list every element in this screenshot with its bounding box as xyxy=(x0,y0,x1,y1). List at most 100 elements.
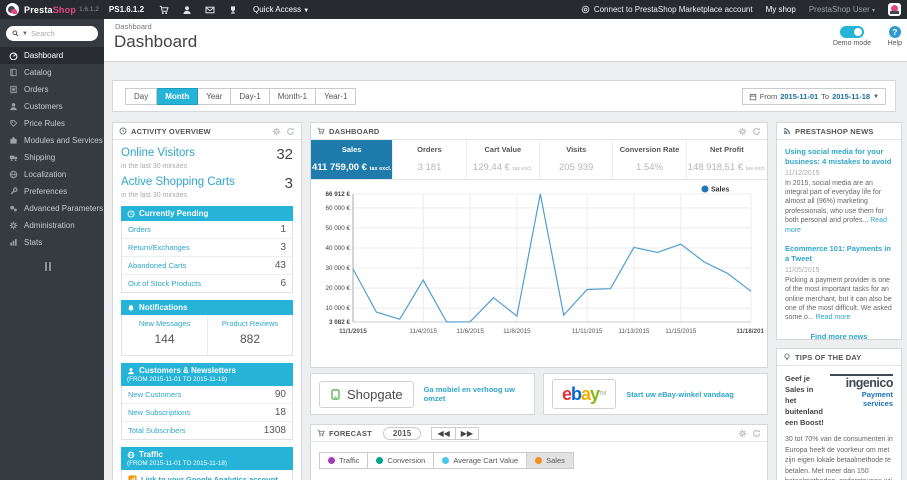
shopgate-ad-link[interactable]: Ga mobiel en verhoog uw omzet xyxy=(424,385,526,403)
row-label[interactable]: Out of Stock Products xyxy=(128,279,201,288)
list-item[interactable]: Out of Stock Products 6 xyxy=(122,275,292,292)
forecast-toggle-sales[interactable]: Sales xyxy=(527,452,574,469)
range-button-month[interactable]: Month xyxy=(157,88,199,105)
list-item[interactable]: Total Subscribers 1308 xyxy=(122,422,292,439)
customers-icon[interactable] xyxy=(182,5,192,15)
brand[interactable]: PrestaShop xyxy=(24,5,76,15)
list-item[interactable]: Return/Exchanges 3 xyxy=(122,239,292,257)
refresh-icon[interactable] xyxy=(752,127,761,136)
forecast-toggle-traffic[interactable]: Traffic xyxy=(319,452,369,469)
list-item[interactable]: New Customers 90 xyxy=(122,386,292,404)
avatar[interactable] xyxy=(888,3,901,16)
sidebar-item-advanced-parameters[interactable]: Advanced Parameters xyxy=(0,200,104,217)
sidebar-item-administration[interactable]: Administration xyxy=(0,217,104,234)
google-analytics-link[interactable]: Link to your Google Analytics account xyxy=(121,470,293,480)
kpi-cart-value[interactable]: Cart Value 129,44 € tax excl. xyxy=(465,140,539,179)
svg-text:11/4/2015: 11/4/2015 xyxy=(409,328,437,335)
chevron-down-icon[interactable]: ▼ xyxy=(22,31,28,37)
sidebar-item-customers[interactable]: Customers xyxy=(0,98,104,115)
messages-icon[interactable] xyxy=(205,5,215,15)
sidebar-item-orders[interactable]: Orders xyxy=(0,81,104,98)
shopgate-logo[interactable]: Shopgate xyxy=(319,380,414,408)
quick-access-menu[interactable]: Quick Access ▼ xyxy=(253,5,309,14)
notification-header[interactable]: New Messages xyxy=(122,315,207,330)
notification-header[interactable]: Product Reviews xyxy=(207,315,292,330)
sales-chart: 3 082 € 10 000 € 20 000 € 30 000 € 40 000 € 5… xyxy=(311,180,767,355)
sidebar-item-dashboard[interactable]: Dashboard xyxy=(0,47,104,64)
list-item[interactable]: Abandoned Carts 43 xyxy=(122,257,292,275)
stat-subtitle: in the last 30 minutes xyxy=(121,192,188,199)
gear-icon[interactable] xyxy=(738,429,747,438)
range-button-day-1[interactable]: Day-1 xyxy=(231,88,270,105)
date-filter-panel: Day Month Year Day-1 Month-1 Year-1 From 2015-… xyxy=(112,80,896,112)
refresh-icon[interactable] xyxy=(752,429,761,438)
gear-icon[interactable] xyxy=(272,127,281,136)
sidebar-item-modules-and-services[interactable]: Modules and Services xyxy=(0,132,104,149)
range-button-day[interactable]: Day xyxy=(125,88,158,105)
activity-stat: Online Visitors 32 in the last 30 minutes xyxy=(121,147,293,170)
range-button-year[interactable]: Year xyxy=(198,88,232,105)
range-button-year-1[interactable]: Year-1 xyxy=(316,88,357,105)
sidebar-item-price-rules[interactable]: Price Rules xyxy=(0,115,104,132)
article-title[interactable]: Ecommerce 101: Payments in a Tweet xyxy=(785,244,893,264)
trophy-icon[interactable] xyxy=(228,5,238,15)
find-more-news-link[interactable]: Find more news xyxy=(785,332,893,341)
sidebar-item-label: Localization xyxy=(24,170,67,179)
sidebar-item-label: Price Rules xyxy=(24,119,65,128)
kpi-net-profit[interactable]: Net Profit 148 918,51 € tax excl. xyxy=(685,140,767,179)
row-label[interactable]: Return/Exchanges xyxy=(128,243,190,252)
sidebar-item-catalog[interactable]: Catalog xyxy=(0,64,104,81)
range-button-month-1[interactable]: Month-1 xyxy=(269,88,317,105)
article-title[interactable]: Using social media for your business: 4 … xyxy=(785,147,893,167)
ebay-ad-link[interactable]: Start uw eBay-winkel vandaag xyxy=(626,390,734,399)
kpi-conversion-rate[interactable]: Conversion Rate 1.54% xyxy=(612,140,685,179)
list-item[interactable]: Orders 1 xyxy=(122,221,292,239)
svg-text:11/11/2015: 11/11/2015 xyxy=(572,328,603,335)
sidebar-item-shipping[interactable]: Shipping xyxy=(0,149,104,166)
demo-mode-toggle[interactable] xyxy=(839,26,864,38)
ebay-logo[interactable]: ebay TM xyxy=(552,379,617,409)
date-range-picker[interactable]: From 2015-11-01 To 2015-11-18 ▼ xyxy=(741,88,886,105)
previous-period-button[interactable]: ◀◀ xyxy=(431,426,456,440)
refresh-icon[interactable] xyxy=(286,127,295,136)
panel-title: DASHBOARD xyxy=(329,126,380,136)
help-icon[interactable]: ? xyxy=(888,26,901,38)
list-item[interactable]: New Subscriptions 18 xyxy=(122,404,292,422)
legend-label: Conversion xyxy=(387,456,426,465)
read-more-link[interactable]: Read more xyxy=(816,314,851,321)
read-more-link[interactable]: Read more xyxy=(785,217,887,233)
stat-label[interactable]: Active Shopping Carts xyxy=(121,176,235,188)
sidebar-item-preferences[interactable]: Preferences xyxy=(0,183,104,200)
forecast-toggle-average-cart-value[interactable]: Average Cart Value xyxy=(434,452,528,469)
my-shop-link[interactable]: My shop xyxy=(766,5,796,14)
breadcrumb[interactable]: Dashboard xyxy=(115,22,152,31)
sidebar-item-label: Advanced Parameters xyxy=(24,204,104,213)
marketplace-link[interactable]: Connect to PrestaShop Marketplace accoun… xyxy=(581,5,753,14)
kpi-label: Visits xyxy=(566,145,587,154)
user-icon xyxy=(127,367,135,375)
gear-icon[interactable] xyxy=(738,127,747,136)
forecast-toggle-conversion[interactable]: Conversion xyxy=(368,452,435,469)
sidebar-item-localization[interactable]: Localization xyxy=(0,166,104,183)
forecast-year[interactable]: 2015 xyxy=(382,426,422,440)
kpi-row: Sales 411 759,00 € tax excl. Orders 3 181 Ca… xyxy=(311,140,767,180)
next-period-button[interactable]: ▶▶ xyxy=(455,426,480,440)
user-menu[interactable]: PrestaShop User ▾ xyxy=(809,5,875,14)
prestashop-logo[interactable] xyxy=(6,3,19,16)
kpi-orders[interactable]: Orders 3 181 xyxy=(392,140,465,179)
cart-icon[interactable] xyxy=(159,5,169,15)
sidebar-item-stats[interactable]: Stats xyxy=(0,234,104,251)
sidebar-search[interactable]: ▼ xyxy=(6,26,98,41)
search-input[interactable] xyxy=(30,29,92,38)
row-label[interactable]: Orders xyxy=(128,225,151,234)
row-label[interactable]: Total Subscribers xyxy=(128,426,186,435)
row-label[interactable]: Abandoned Carts xyxy=(128,261,186,270)
kpi-visits[interactable]: Visits 205 939 xyxy=(539,140,612,179)
stat-label[interactable]: Online Visitors xyxy=(121,147,195,159)
kpi-sales[interactable]: Sales 411 759,00 € tax excl. xyxy=(311,140,393,179)
row-label[interactable]: New Customers xyxy=(128,390,181,399)
tips-of-the-day-panel: TIPS OF THE DAY Geef je Sales in het bui… xyxy=(776,348,902,480)
sidebar-collapse-button[interactable] xyxy=(45,262,104,271)
notification-value: 882 xyxy=(207,330,292,355)
row-label[interactable]: New Subscriptions xyxy=(128,408,190,417)
